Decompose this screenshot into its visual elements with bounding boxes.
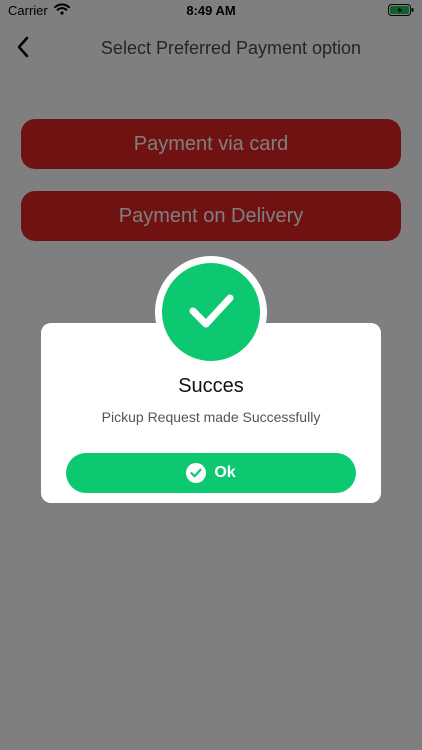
checkmark-icon (179, 278, 243, 347)
check-circle-icon (186, 463, 207, 483)
modal-title: Succes (178, 375, 244, 397)
success-badge (155, 256, 267, 368)
modal-message: Pickup Request made Successfully (101, 409, 321, 425)
success-circle (162, 263, 260, 361)
ok-button-label: Ok (214, 464, 236, 481)
ok-button[interactable]: Ok (66, 453, 356, 493)
